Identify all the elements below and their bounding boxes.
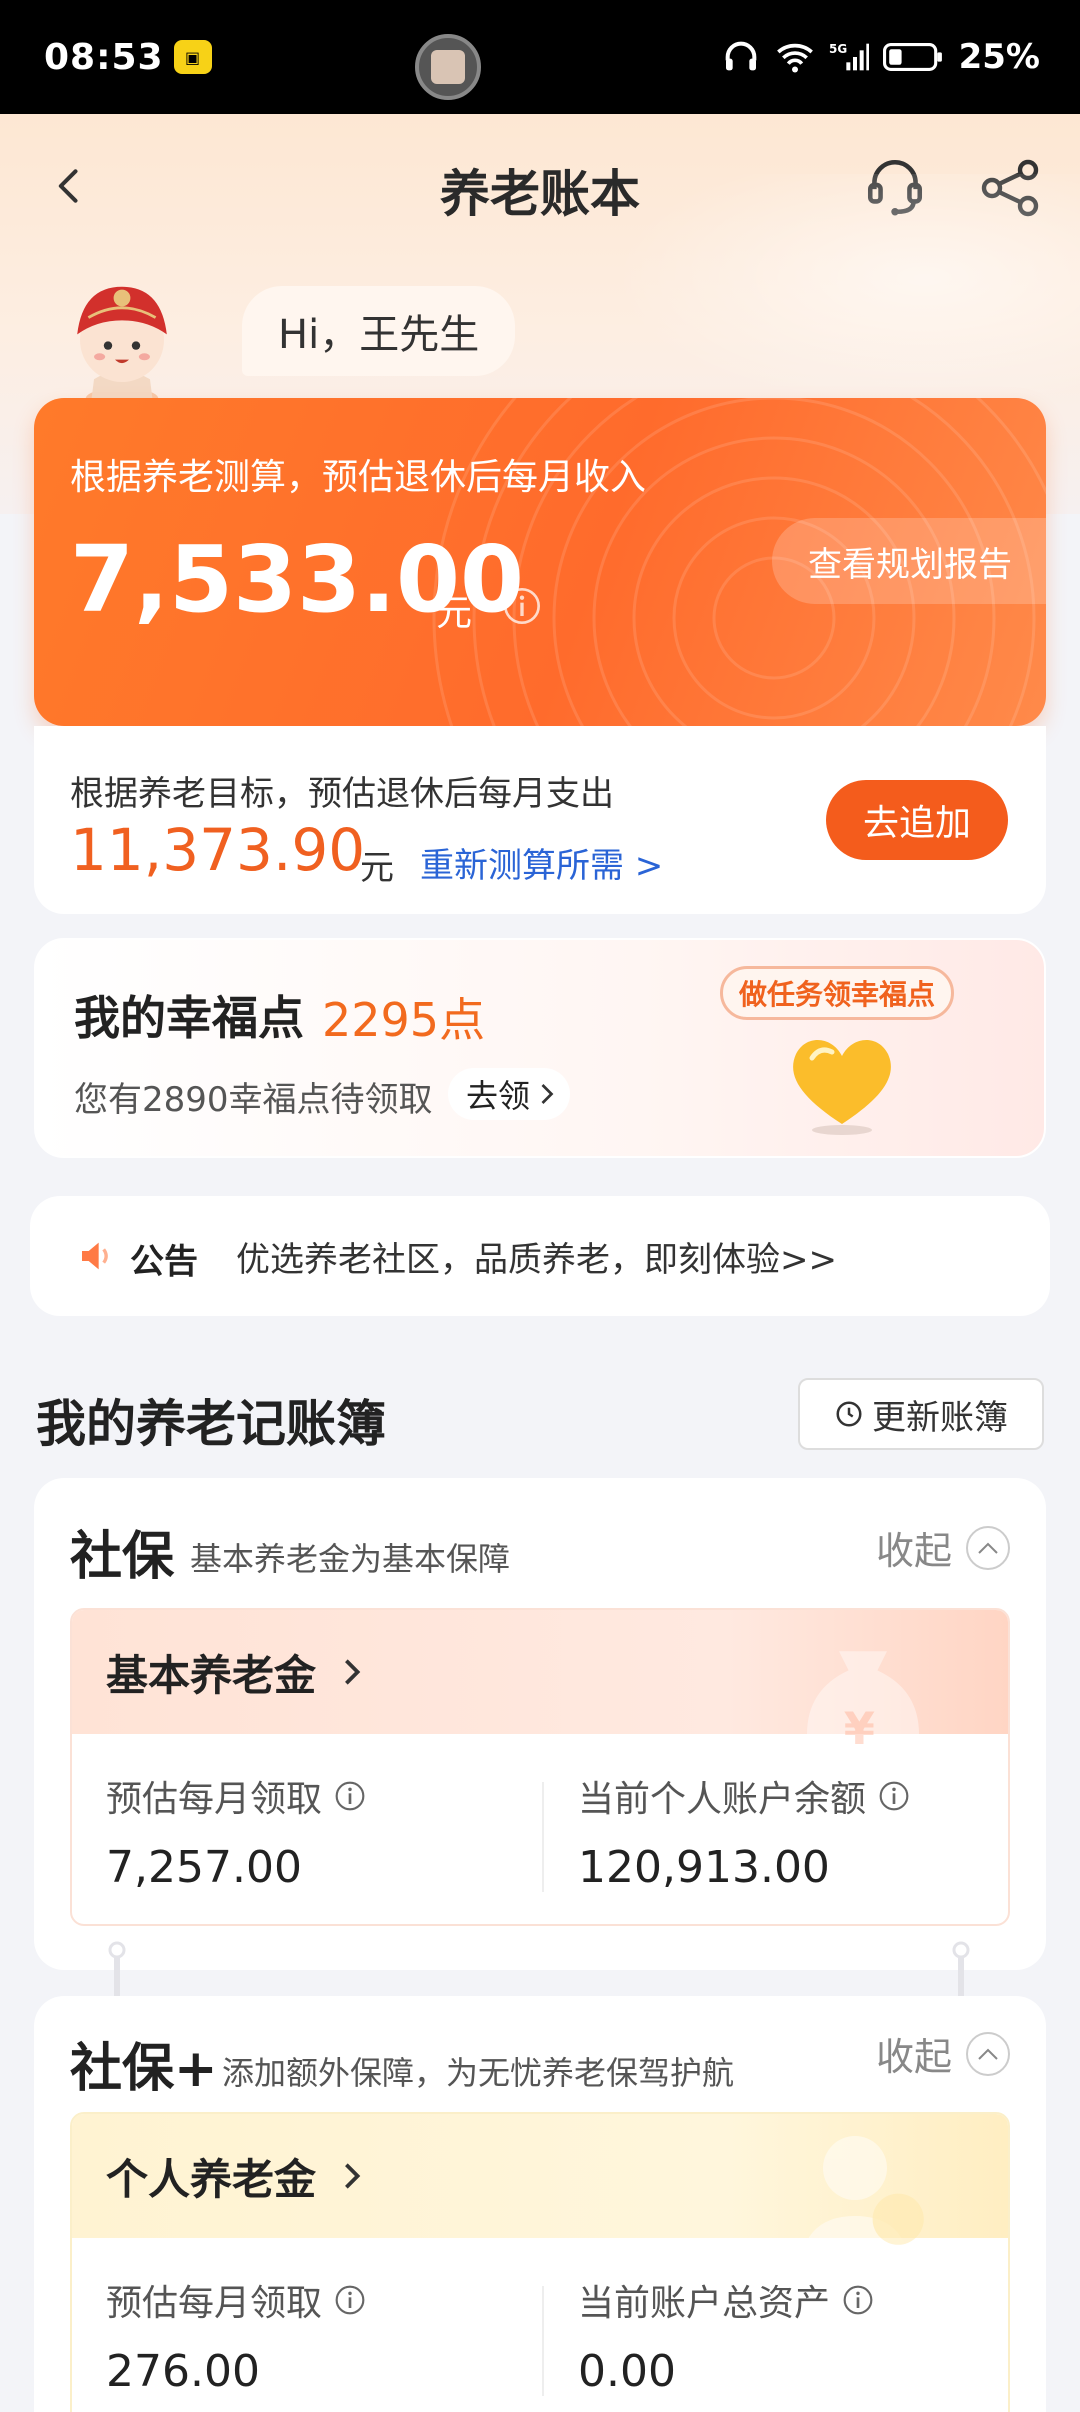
personal-pension-header[interactable]: 个人养老金: [72, 2114, 1008, 2280]
chevron-right-icon: [345, 2163, 361, 2189]
status-bar: 08:53 ▣ 5G 25%: [0, 0, 1080, 114]
monthly-estimate-label: 预估每月领取: [106, 1779, 323, 1820]
recalculate-link[interactable]: 重新测算所需 >: [420, 838, 663, 887]
social-security-card: 社保 基本养老金为基本保障 收起 基本养老金 ¥ 预估每月领取 7,257.00…: [34, 1478, 1046, 1970]
personal-pension-body: 预估每月领取 276.00 当前账户总资产 0.00: [72, 2238, 1008, 2412]
status-time: 08:53: [44, 36, 164, 78]
pending-points-text: 您有2890幸福点待领取: [74, 1080, 433, 1120]
claim-points-button[interactable]: 去领: [448, 1068, 571, 1120]
monthly-estimate-column: 预估每月领取 7,257.00: [106, 1770, 366, 1893]
expense-amount: 11,373.90: [70, 816, 366, 884]
social-security-plus-title: 社保+: [70, 2039, 218, 2099]
chevron-up-icon: [966, 1525, 1010, 1570]
customer-service-icon[interactable]: [862, 154, 928, 220]
ledger-section-title: 我的养老记账簿: [36, 1395, 386, 1453]
view-plan-report-button[interactable]: 查看规划报告: [772, 518, 1046, 604]
happiness-points-card[interactable]: 我的幸福点 2295点 您有2890幸福点待领取 去领 做任务领幸福点: [34, 938, 1046, 1158]
wifi-icon: [776, 43, 813, 73]
income-card: 根据养老测算，预估退休后每月收入 7,533.00 元 查看规划报告: [34, 398, 1046, 726]
account-balance-label: 当前个人账户余额: [578, 1779, 867, 1820]
announcement-text[interactable]: 优选养老社区，品质养老，即刻体验>>: [236, 1232, 837, 1281]
headphones-icon: [725, 41, 756, 71]
add-more-button[interactable]: 去追加: [826, 780, 1008, 860]
social-security-plus-card: 社保+ 添加额外保障，为无忧养老保驾护航 收起 个人养老金 预估每月领取 276…: [34, 1996, 1046, 2412]
total-assets-label: 当前账户总资产: [578, 2283, 831, 2324]
share-icon[interactable]: [978, 156, 1042, 220]
info-icon[interactable]: [334, 2284, 366, 2316]
info-icon[interactable]: [334, 1780, 366, 1812]
divider: [542, 1782, 544, 1892]
social-security-subtitle: 基本养老金为基本保障: [190, 1540, 511, 1578]
info-icon[interactable]: [502, 586, 542, 626]
heart-icon: [793, 1039, 891, 1135]
basic-pension-header[interactable]: 基本养老金 ¥: [72, 1610, 1008, 1767]
info-icon[interactable]: [878, 1780, 910, 1812]
chevron-right-icon: [541, 1084, 554, 1104]
update-ledger-button[interactable]: 更新账簿: [798, 1378, 1044, 1450]
total-assets-column: 当前账户总资产 0.00: [578, 2274, 874, 2397]
collapse-toggle[interactable]: 收起: [876, 2026, 1010, 2081]
personal-pension-title: 个人养老金: [106, 2154, 317, 2204]
notification-app-icon: ▣: [173, 40, 212, 74]
announcement-bar[interactable]: 公告 优选养老社区，品质养老，即刻体验>>: [30, 1196, 1050, 1316]
floating-bubble-icon[interactable]: [415, 34, 481, 100]
chevron-right-icon: [345, 1659, 361, 1685]
announcement-tag: 公告: [130, 1242, 198, 1282]
svg-text:5G: 5G: [829, 42, 847, 56]
income-unit: 元: [436, 593, 473, 634]
expense-label: 根据养老目标，预估退休后每月支出: [70, 774, 614, 814]
basic-pension-body: 预估每月领取 7,257.00 当前个人账户余额 120,913.00: [72, 1734, 1008, 1924]
total-assets-value: 0.00: [578, 2346, 676, 2397]
signal-5g-icon: 5G: [829, 42, 869, 71]
income-label: 根据养老测算，预估退休后每月收入: [70, 457, 647, 498]
chevron-up-icon: [966, 2031, 1010, 2076]
collapse-toggle[interactable]: 收起: [876, 1520, 1010, 1575]
social-security-title: 社保: [70, 1527, 175, 1587]
update-ledger-label: 更新账簿: [872, 1397, 1008, 1438]
collapse-label: 收起: [875, 1529, 952, 1573]
expense-unit: 元: [360, 848, 394, 888]
battery-percent: 25%: [958, 37, 1040, 77]
task-points-bubble[interactable]: 做任务领幸福点: [720, 966, 955, 1020]
claim-points-label: 去领: [466, 1077, 531, 1115]
clock-refresh-icon: [836, 1401, 862, 1427]
monthly-estimate-value: 276.00: [106, 2346, 260, 2397]
account-balance-value: 120,913.00: [578, 1842, 830, 1893]
info-icon[interactable]: [842, 2284, 874, 2316]
account-balance-column: 当前个人账户余额 120,913.00: [578, 1770, 910, 1893]
speaker-icon: [82, 1242, 108, 1270]
monthly-estimate-column: 预估每月领取 276.00: [106, 2274, 366, 2397]
monthly-estimate-value: 7,257.00: [106, 1842, 302, 1893]
social-security-plus-subtitle: 添加额外保障，为无忧养老保驾护航: [222, 2054, 735, 2092]
greeting-bubble: Hi，王先生: [242, 286, 516, 376]
mascot-avatar: [77, 286, 167, 410]
personal-pension-panel[interactable]: 个人养老金 预估每月领取 276.00 当前账户总资产 0.00: [70, 2112, 1010, 2412]
expense-card: 根据养老目标，预估退休后每月支出 11,373.90 元 重新测算所需 > 去追…: [34, 726, 1046, 914]
divider: [542, 2286, 544, 2396]
basic-pension-panel[interactable]: 基本养老金 ¥ 预估每月领取 7,257.00 当前个人账户余额 120,913…: [70, 1608, 1010, 1926]
basic-pension-title: 基本养老金: [106, 1650, 317, 1700]
points-title: 我的幸福点: [74, 991, 304, 1045]
points-value: 2295点: [322, 993, 486, 1047]
collapse-label: 收起: [875, 2035, 952, 2079]
monthly-estimate-label: 预估每月领取: [106, 2283, 323, 2324]
battery-icon: [882, 43, 942, 71]
